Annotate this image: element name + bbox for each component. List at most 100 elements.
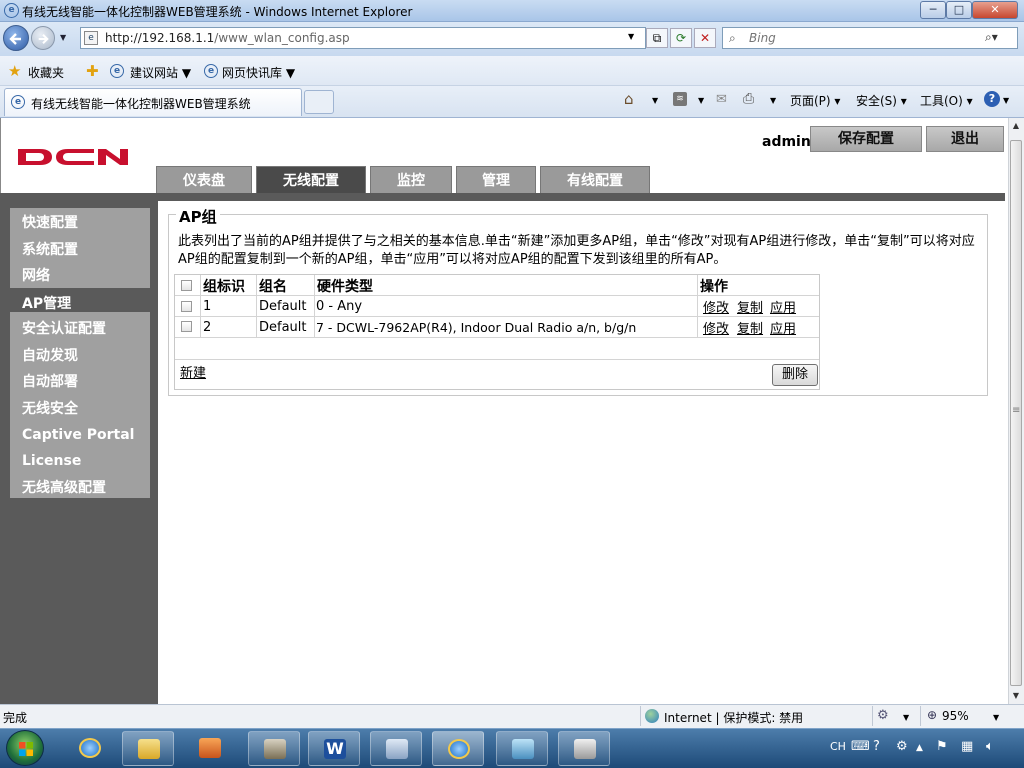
sidebar-item-quick-config[interactable]: 快速配置 xyxy=(22,212,78,232)
status-divider xyxy=(872,706,873,726)
back-button[interactable] xyxy=(3,25,29,51)
row-checkbox[interactable] xyxy=(181,321,192,332)
action-center-icon[interactable]: ⚑ xyxy=(936,739,948,754)
taskbar-media-player[interactable] xyxy=(184,731,236,766)
maximize-button[interactable]: □ xyxy=(946,1,972,19)
zoom-icon[interactable]: ⊕ xyxy=(927,708,937,722)
copy-link[interactable]: 复制 xyxy=(737,297,763,316)
status-divider xyxy=(640,706,641,726)
safety-menu[interactable]: 安全(S) ▾ xyxy=(856,92,907,109)
logout-button[interactable]: 退出 xyxy=(926,126,1004,152)
page-menu[interactable]: 页面(P) ▾ xyxy=(790,92,840,109)
volume-icon[interactable]: 🔈︎ xyxy=(986,739,994,754)
feeds-dropdown-icon[interactable]: ▼ xyxy=(698,96,704,105)
taskbar-remote-app[interactable] xyxy=(558,731,610,766)
zoom-level[interactable]: 95% xyxy=(942,709,969,723)
tab-management[interactable]: 管理 xyxy=(456,166,536,194)
address-dropdown-icon[interactable]: ▼ xyxy=(628,32,634,41)
start-button[interactable] xyxy=(6,730,44,766)
tab-dashboard[interactable]: 仪表盘 xyxy=(156,166,252,194)
sidebar-item-license[interactable]: License xyxy=(22,453,81,469)
minimize-button[interactable]: ─ xyxy=(920,1,946,19)
add-favorite-icon[interactable]: ✚ xyxy=(86,62,99,80)
print-icon[interactable]: ⎙ xyxy=(743,91,754,107)
status-text: 完成 xyxy=(3,711,28,725)
status-bar xyxy=(0,704,1024,728)
tray-settings-icon[interactable]: ⚙ xyxy=(896,739,908,754)
favorites-button[interactable]: 收藏夹 xyxy=(28,64,64,81)
print-dropdown-icon[interactable]: ▼ xyxy=(770,96,776,105)
scroll-down-icon[interactable]: ▼ xyxy=(1008,688,1024,704)
browser-tab[interactable]: e 有线无线智能一体化控制器WEB管理系统 xyxy=(4,88,302,116)
tab-wired-config[interactable]: 有线配置 xyxy=(540,166,650,194)
sidebar-item-wireless-advanced[interactable]: 无线高级配置 xyxy=(22,477,106,497)
tab-wireless-config[interactable]: 无线配置 xyxy=(256,166,366,194)
web-slice-gallery-button[interactable]: 网页快讯库 ▼ xyxy=(222,64,295,81)
help-icon[interactable]: ? xyxy=(984,91,1000,107)
stop-icon[interactable]: ✕ xyxy=(694,28,716,48)
close-button[interactable]: ✕ xyxy=(972,1,1018,19)
select-all-checkbox[interactable] xyxy=(181,280,192,291)
protected-mode-dropdown-icon[interactable]: ▼ xyxy=(903,713,909,722)
taskbar-ie-active[interactable] xyxy=(432,731,484,766)
apply-link[interactable]: 应用 xyxy=(770,318,796,337)
search-go-icon[interactable]: ⌕▾ xyxy=(985,30,998,45)
windows-logo-icon xyxy=(19,742,33,756)
new-tab-button[interactable] xyxy=(304,90,334,114)
tray-help-icon[interactable]: ? xyxy=(873,739,880,754)
network-icon[interactable]: ▦ xyxy=(961,739,973,754)
keyboard-icon[interactable]: ⌨ xyxy=(851,739,870,754)
favorites-star-icon[interactable]: ★ xyxy=(8,62,21,80)
search-icon: ⌕ xyxy=(729,31,736,45)
new-group-link[interactable]: 新建 xyxy=(180,362,206,381)
save-config-button[interactable]: 保存配置 xyxy=(810,126,922,152)
sidebar-item-wireless-security[interactable]: 无线安全 xyxy=(22,398,78,418)
scroll-up-icon[interactable]: ▲ xyxy=(1008,118,1024,134)
search-input[interactable] xyxy=(749,30,989,46)
edit-link[interactable]: 修改 xyxy=(703,297,729,316)
mail-icon[interactable]: ✉ xyxy=(716,92,727,107)
taskbar-word[interactable]: W xyxy=(308,731,360,766)
refresh-icon[interactable]: ⟳ xyxy=(670,28,692,48)
taskbar-app-window[interactable] xyxy=(248,731,300,766)
apply-link[interactable]: 应用 xyxy=(770,297,796,316)
home-dropdown-icon[interactable]: ▼ xyxy=(652,96,658,105)
taskbar-image-viewer[interactable] xyxy=(496,731,548,766)
delete-button[interactable]: 删除 xyxy=(772,364,818,386)
tab-monitor[interactable]: 监控 xyxy=(370,166,452,194)
help-dropdown-icon[interactable]: ▼ xyxy=(1003,96,1009,105)
tray-expand-icon[interactable]: ▲ xyxy=(916,743,923,753)
suggested-sites-button[interactable]: 建议网站 ▼ xyxy=(130,64,191,81)
sidebar-item-captive-portal[interactable]: Captive Portal xyxy=(22,427,134,443)
taskbar-explorer[interactable] xyxy=(122,731,174,766)
row-checkbox[interactable] xyxy=(181,301,192,312)
home-icon[interactable]: ⌂ xyxy=(624,90,634,108)
ie-icon: e xyxy=(4,3,19,18)
taskbar-ie-pinned[interactable] xyxy=(64,731,116,766)
copy-link[interactable]: 复制 xyxy=(737,318,763,337)
address-bar[interactable]: e http://192.168.1.1/www_wlan_config.asp xyxy=(80,27,646,49)
search-box[interactable]: ⌕ ⌕▾ xyxy=(722,27,1018,49)
sidebar-item-auto-deploy[interactable]: 自动部署 xyxy=(22,371,78,391)
sidebar-item-auto-discovery[interactable]: 自动发现 xyxy=(22,345,78,365)
group-name-cell: Default xyxy=(259,320,307,335)
table-rule xyxy=(175,316,819,317)
language-indicator[interactable]: CH xyxy=(830,740,846,753)
sidebar-item-ap-management[interactable]: AP管理 xyxy=(22,293,71,313)
forward-button[interactable] xyxy=(31,26,55,50)
sidebar-item-security-auth[interactable]: 安全认证配置 xyxy=(22,318,106,338)
taskbar-network-app[interactable] xyxy=(370,731,422,766)
protected-mode-icon[interactable]: ⚙ xyxy=(877,708,889,723)
sidebar-item-system-config[interactable]: 系统配置 xyxy=(22,239,78,259)
history-dropdown-icon[interactable]: ▼ xyxy=(60,33,66,42)
edit-link[interactable]: 修改 xyxy=(703,318,729,337)
security-zone-text[interactable]: Internet | 保护模式: 禁用 xyxy=(664,709,803,726)
tools-menu[interactable]: 工具(O) ▾ xyxy=(920,92,973,109)
window-title: 有线无线智能一体化控制器WEB管理系统 - Windows Internet E… xyxy=(22,5,413,19)
compatibility-view-icon[interactable]: ⧉ xyxy=(646,28,668,48)
window-title-bar[interactable]: e 有线无线智能一体化控制器WEB管理系统 - Windows Internet… xyxy=(0,0,1024,22)
feeds-icon[interactable]: ≋ xyxy=(673,92,687,106)
sidebar-item-network[interactable]: 网络 xyxy=(22,265,50,285)
address-url[interactable]: http://192.168.1.1/www_wlan_config.asp xyxy=(105,31,350,45)
zoom-dropdown-icon[interactable]: ▼ xyxy=(993,713,999,722)
